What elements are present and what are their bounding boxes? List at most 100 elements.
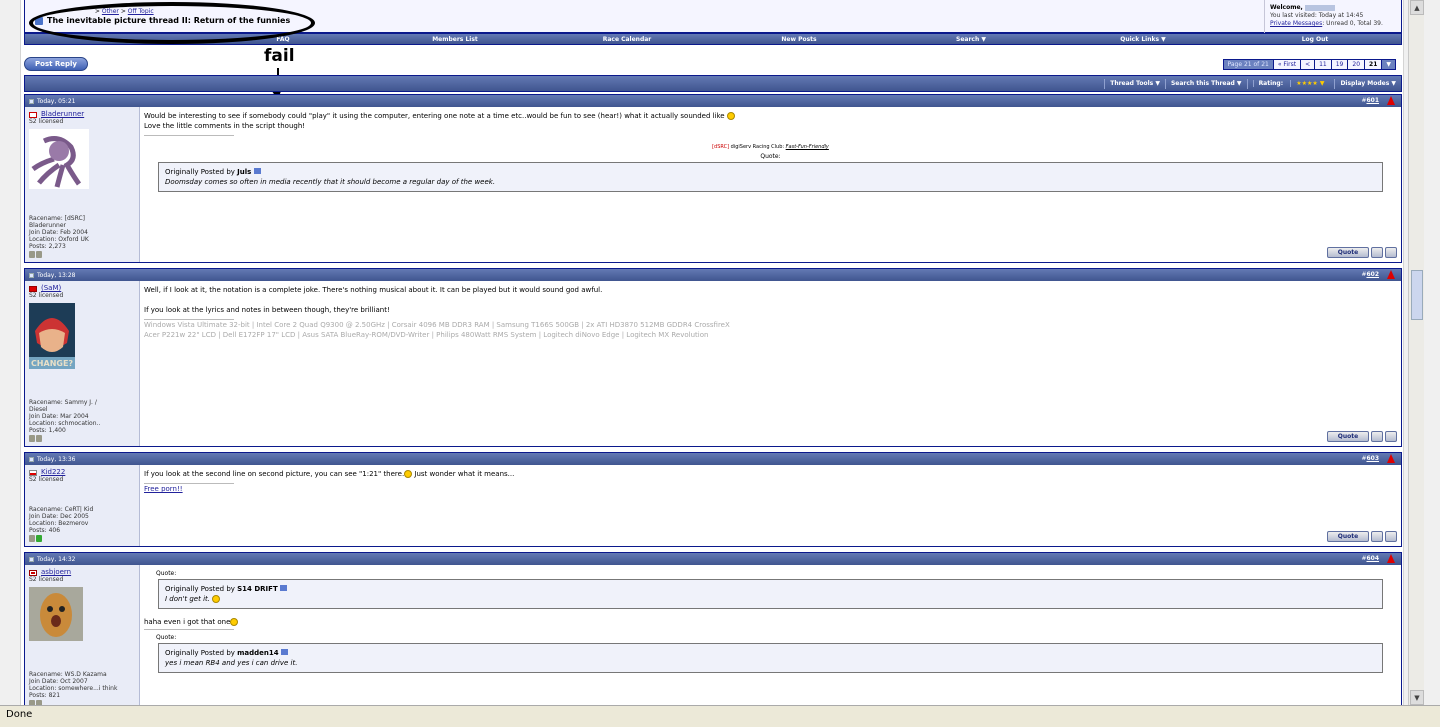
multi-quote-icon[interactable]: [1371, 531, 1383, 542]
view-post-icon[interactable]: [253, 168, 261, 174]
join-date: Join Date: Feb 2004: [29, 229, 88, 236]
post-date: Today, 13:28: [37, 271, 76, 279]
annotation-fail-text: fail: [264, 46, 295, 66]
report-post-icon[interactable]: [1387, 454, 1395, 463]
private-messages-link[interactable]: Private Messages: [1270, 20, 1322, 27]
user-rank: S2 licensed: [29, 576, 64, 583]
avatar: [29, 587, 83, 641]
pager-prev[interactable]: <: [1301, 60, 1316, 69]
quote-box: Originally Posted by S14 DRIFT I don't g…: [158, 579, 1383, 609]
racename-cont: Diesel: [29, 406, 48, 413]
post-number-link[interactable]: 601: [1366, 97, 1379, 104]
multi-quote-icon[interactable]: [1371, 247, 1383, 258]
reputation-icon: [36, 435, 42, 442]
post-header: Today, 05:21 #601: [25, 95, 1401, 107]
member-icons: [29, 435, 100, 442]
post-reply-button[interactable]: Post Reply: [24, 57, 88, 71]
online-status-icon: [29, 535, 35, 542]
username-link[interactable]: Bladerunner: [41, 111, 84, 118]
quote-label: Quote:: [760, 153, 781, 160]
user-rank: S2 licensed: [29, 118, 64, 125]
view-post-icon[interactable]: [280, 649, 288, 655]
menu-race-calendar[interactable]: Race Calendar: [541, 36, 713, 43]
menu-log-out[interactable]: Log Out: [1229, 36, 1401, 43]
quote2-label: Quote:: [156, 634, 177, 641]
edit-icon[interactable]: [1385, 247, 1397, 258]
quote-button[interactable]: Quote: [1327, 247, 1369, 258]
post-header: Today, 13:28 #602: [25, 269, 1401, 281]
username-link[interactable]: asbjoern: [41, 569, 71, 576]
reputation-icon: [36, 251, 42, 258]
report-post-icon[interactable]: [1387, 554, 1395, 563]
username-link[interactable]: (SaM): [41, 285, 61, 292]
post-count: Posts: 2,273: [29, 243, 66, 250]
quote-prefix: Originally Posted by: [165, 168, 238, 176]
post-number-link[interactable]: 603: [1366, 455, 1379, 462]
message-line-1: If you look at the second line on second…: [144, 470, 405, 478]
signature-link[interactable]: Free porn!!: [144, 485, 183, 493]
norway-flag-icon: [29, 569, 37, 576]
edit-icon[interactable]: [1385, 431, 1397, 442]
message-line-1: Would be interesting to see if somebody …: [144, 112, 725, 120]
scroll-up-icon[interactable]: ▲: [1410, 0, 1424, 15]
location: Location: somewhere...i think: [29, 685, 118, 692]
post-number-link[interactable]: 602: [1366, 271, 1379, 278]
pager-first[interactable]: « First: [1273, 60, 1302, 69]
sig-text: digiServ Racing Club:: [729, 144, 786, 150]
post-number-link[interactable]: 604: [1366, 555, 1379, 562]
user-info: Kid222 S2 licensed Racename: CeRT| Kid J…: [25, 465, 140, 546]
signature-line-1: Windows Vista Ultimate 32-bit | Intel Co…: [144, 321, 730, 329]
pager-page-11[interactable]: 11: [1315, 60, 1332, 69]
display-modes-menu[interactable]: Display Modes ▼: [1334, 79, 1401, 89]
location: Location: Oxford UK: [29, 236, 89, 243]
post-message: Quote: Originally Posted by S14 DRIFT I …: [140, 565, 1401, 705]
rating-label[interactable]: Rating: ★★★★ ▼: [1246, 79, 1335, 89]
online-status-icon: [29, 435, 35, 442]
view-post-icon[interactable]: [279, 585, 287, 591]
scroll-thumb[interactable]: [1411, 270, 1423, 320]
vertical-scrollbar[interactable]: ▲ ▼: [1408, 0, 1424, 705]
post-date: Today, 05:21: [37, 97, 76, 105]
menu-quick-links[interactable]: Quick Links ▼: [1057, 36, 1229, 43]
annotation-ellipse: [29, 2, 315, 44]
message-line-1: Well, if I look at it, the notation is a…: [144, 286, 603, 294]
scroll-down-icon[interactable]: ▼: [1410, 690, 1424, 705]
menu-search[interactable]: Search ▼: [885, 36, 1057, 43]
quote2-box: Originally Posted by madden14 yes i mean…: [158, 643, 1383, 673]
post-status-icon: [29, 272, 34, 278]
user-info: Bladerunner S2 licensed Racename: [dSRC]…: [25, 107, 140, 262]
report-post-icon[interactable]: [1387, 96, 1395, 105]
menu-members-list[interactable]: Members List: [369, 36, 541, 43]
pager-page-19[interactable]: 19: [1331, 60, 1349, 69]
browser-viewport: > Other > Off Topic The inevitable pictu…: [0, 0, 1424, 705]
quote-text: I don't get it.: [165, 595, 210, 603]
quote-button[interactable]: Quote: [1327, 431, 1369, 442]
post-604: Today, 14:32 #604 asbjoern S2 licensed R…: [24, 552, 1402, 705]
sig-tag: [dSRC]: [712, 144, 730, 150]
search-thread-menu[interactable]: Search this Thread ▼: [1164, 79, 1247, 89]
quote-author: S14 DRIFT: [237, 585, 278, 593]
location: Location: schmocation..: [29, 420, 101, 427]
quote-button[interactable]: Quote: [1327, 531, 1369, 542]
thread-tools-menu[interactable]: Thread Tools ▼: [1104, 79, 1165, 89]
report-post-icon[interactable]: [1387, 270, 1395, 279]
reputation-icon: [36, 535, 42, 542]
welcome-box: Welcome, You last visited: Today at 14:4…: [1264, 0, 1401, 33]
pager-label: Page 21 of 21: [1223, 60, 1274, 69]
avatar-caption: CHANGE?: [31, 359, 73, 368]
edit-icon[interactable]: [1385, 531, 1397, 542]
pager-page-20[interactable]: 20: [1348, 60, 1366, 69]
post-status-icon: [29, 98, 34, 104]
menu-new-posts[interactable]: New Posts: [713, 36, 885, 43]
multi-quote-icon[interactable]: [1371, 431, 1383, 442]
username-link[interactable]: Kid222: [41, 469, 65, 476]
post-count: Posts: 821: [29, 692, 61, 699]
racename: Racename: Sammy J. /: [29, 399, 97, 406]
pager-dropdown-icon[interactable]: ▼: [1382, 60, 1395, 69]
user-info: (SaM) S2 licensed CHANGE? Racename: Samm…: [25, 281, 140, 446]
post-602: Today, 13:28 #602 (SaM) S2 licensed CHAN…: [24, 268, 1402, 447]
post-message: If you look at the second line on second…: [140, 465, 1401, 546]
racename: Racename: [dSRC]: [29, 215, 86, 222]
quote-label: Quote:: [156, 570, 177, 577]
join-date: Join Date: Dec 2005: [29, 513, 89, 520]
